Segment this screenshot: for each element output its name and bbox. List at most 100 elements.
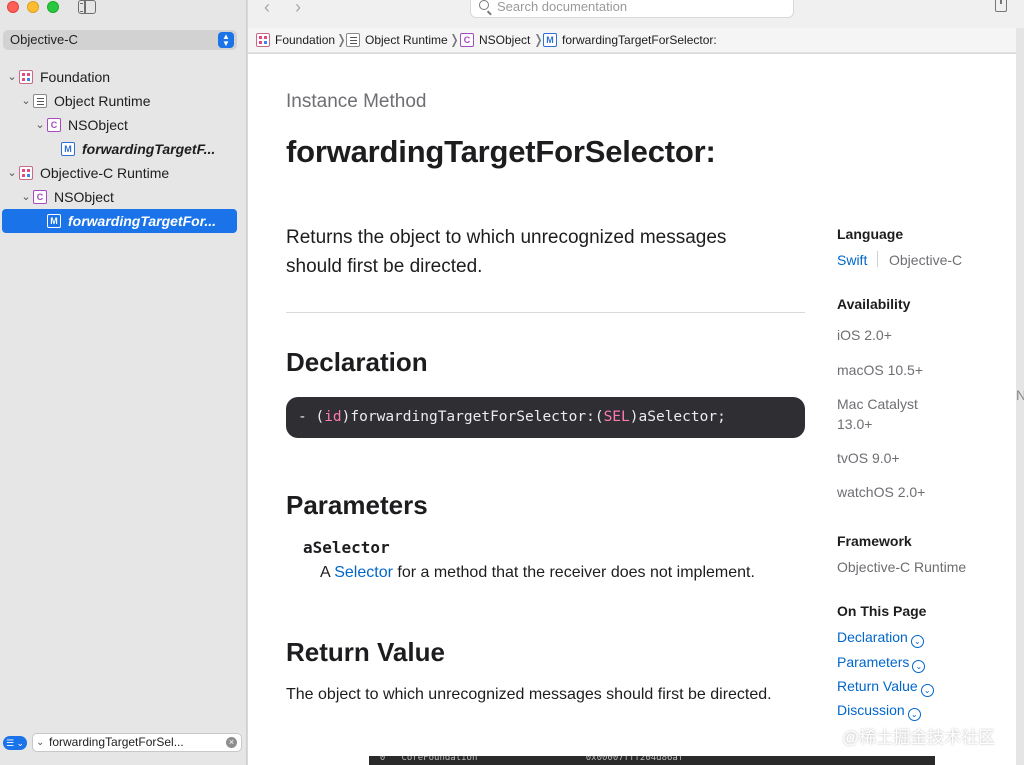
availability-macos: macOS 10.5+: [837, 362, 923, 378]
language-swift-link[interactable]: Swift: [837, 252, 867, 268]
search-icon: [479, 0, 489, 10]
toc-label: Return Value: [837, 678, 918, 694]
close-window-button[interactable]: [7, 1, 19, 13]
code-keyword: SEL: [603, 409, 630, 425]
parameter-name: aSelector: [303, 538, 390, 557]
language-separator: [877, 251, 878, 267]
framework-value: Objective-C Runtime: [837, 559, 967, 575]
tree-item-label: Object Runtime: [54, 93, 151, 109]
back-arrow-icon[interactable]: ‹: [264, 0, 270, 18]
language-select[interactable]: Objective-C ▲ ▼: [3, 30, 237, 50]
class-icon: C: [47, 118, 61, 132]
code-text: - (: [298, 409, 325, 425]
tree-item-objc-runtime[interactable]: ⌄ Objective-C Runtime: [6, 161, 236, 185]
breadcrumb: Foundation ❭ Object Runtime ❭ C NSObject…: [248, 28, 1016, 53]
breadcrumb-label: Foundation: [275, 33, 336, 47]
framework-icon: [19, 166, 33, 180]
sidebar-toggle-icon[interactable]: [78, 0, 96, 14]
chevron-down-circle-icon: ⌄: [907, 708, 921, 721]
availability-heading: Availability: [837, 296, 911, 312]
chevron-down-circle-icon: ⌄: [910, 635, 924, 648]
framework-icon: [19, 70, 33, 84]
on-this-page-heading: On This Page: [837, 603, 927, 619]
share-icon[interactable]: [995, 0, 1007, 12]
on-this-page-parameters[interactable]: Parameters ⌄: [837, 654, 926, 673]
filter-bar: ☰ ⌄ ⌄ forwardingTargetForSel... ×: [0, 731, 247, 753]
framework-icon: [256, 33, 270, 47]
chevron-down-icon[interactable]: ⌄: [20, 89, 32, 113]
on-this-page-discussion[interactable]: Discussion ⌄: [837, 702, 921, 721]
tree-item-forwarding-target[interactable]: M forwardingTargetF...: [6, 137, 236, 161]
symbol-kind: Instance Method: [286, 91, 427, 112]
declaration-code: - (id)forwardingTargetForSelector:(SEL)a…: [286, 397, 805, 438]
minimize-window-button[interactable]: [27, 1, 39, 13]
document-icon: [33, 94, 47, 108]
param-text: for a method that the receiver does not …: [392, 564, 755, 581]
tree-item-object-runtime[interactable]: ⌄ Object Runtime: [6, 89, 236, 113]
language-heading: Language: [837, 226, 904, 242]
toc-label: Declaration: [837, 629, 908, 645]
parameters-heading: Parameters: [286, 490, 428, 520]
filter-input[interactable]: ⌄ forwardingTargetForSel... ×: [32, 733, 242, 752]
watermark: @稀土掘金技术社区: [842, 728, 996, 747]
breadcrumb-separator-icon: ❭: [449, 32, 460, 47]
on-this-page-return-value[interactable]: Return Value ⌄: [837, 678, 934, 697]
search-placeholder: Search documentation: [497, 0, 628, 14]
method-icon: M: [543, 33, 557, 47]
tree-item-label: forwardingTargetFor...: [68, 213, 217, 229]
toc-label: Discussion: [837, 702, 905, 718]
chevron-down-icon[interactable]: ⌄: [6, 65, 18, 89]
tree-item-label: forwardingTargetF...: [82, 141, 216, 157]
divider: [286, 312, 805, 313]
zoom-window-button[interactable]: [47, 1, 59, 13]
return-value-heading: Return Value: [286, 637, 445, 667]
tree-item-nsobject[interactable]: ⌄ C NSObject: [6, 113, 236, 137]
code-text: )aSelector;: [629, 409, 726, 425]
method-icon: M: [61, 142, 75, 156]
filter-options-icon[interactable]: ☰ ⌄: [3, 736, 27, 750]
chevron-down-icon[interactable]: ⌄: [6, 161, 18, 185]
chevron-down-circle-icon: ⌄: [912, 660, 926, 673]
language-objc: Objective-C: [889, 252, 963, 268]
breadcrumb-label: NSObject: [479, 33, 531, 47]
tree-item-label: NSObject: [54, 189, 114, 205]
document-icon: [346, 33, 360, 47]
framework-heading: Framework: [837, 533, 912, 549]
clear-icon[interactable]: ×: [226, 737, 237, 748]
parameter-description: A Selector for a method that the receive…: [320, 562, 755, 584]
chevron-down-icon[interactable]: ⌄: [20, 185, 32, 209]
tree-item-foundation[interactable]: ⌄ Foundation: [6, 65, 236, 89]
abstract: Returns the object to which unrecognized…: [286, 227, 727, 277]
class-icon: C: [460, 33, 474, 47]
on-this-page-declaration[interactable]: Declaration ⌄: [837, 629, 924, 648]
declaration-heading: Declaration: [286, 347, 428, 377]
documentation-content: Instance Method forwardingTargetForSelec…: [248, 54, 1016, 765]
breadcrumb-label: forwardingTargetForSelector:: [562, 33, 717, 47]
toc-label: Parameters: [837, 654, 910, 670]
availability-tvos: tvOS 9.0+: [837, 450, 900, 466]
filter-input-value: forwardingTargetForSel...: [49, 735, 184, 749]
forward-arrow-icon[interactable]: ›: [295, 0, 301, 18]
availability-mac-catalyst: Mac Catalyst 13.0+: [837, 396, 918, 432]
return-value-text: The object to which unrecognized message…: [286, 686, 772, 703]
language-select-value: Objective-C: [10, 32, 78, 47]
selector-link[interactable]: Selector: [334, 564, 393, 581]
availability-watchos: watchOS 2.0+: [837, 484, 926, 500]
tree-item-label: Foundation: [40, 69, 111, 85]
navigator-sidebar: Objective-C ▲ ▼ ⌄ Foundation ⌄ Object Run…: [0, 0, 247, 765]
search-input[interactable]: Search documentation: [470, 0, 794, 18]
class-icon: C: [33, 190, 47, 204]
param-text: A: [320, 564, 335, 581]
tree-item-label: NSObject: [68, 117, 128, 133]
availability-ios: iOS 2.0+: [837, 327, 892, 343]
chevron-down-icon[interactable]: ⌄: [34, 113, 46, 137]
background-console-text: 0 CoreFoundation 0x00007fff204d86af: [369, 756, 935, 765]
toolbar: ‹ › Search documentation: [248, 0, 1024, 28]
page-title: forwardingTargetForSelector:: [286, 134, 716, 169]
tree-item-nsobject[interactable]: ⌄ C NSObject: [6, 185, 236, 209]
chevron-down-icon[interactable]: ⌄: [36, 734, 44, 751]
select-arrows-icon: ▲ ▼: [218, 32, 234, 48]
tree-item-label: Objective-C Runtime: [40, 165, 170, 181]
tree-item-forwarding-target-selected[interactable]: M forwardingTargetFor...: [2, 209, 237, 233]
method-icon: M: [47, 214, 61, 228]
